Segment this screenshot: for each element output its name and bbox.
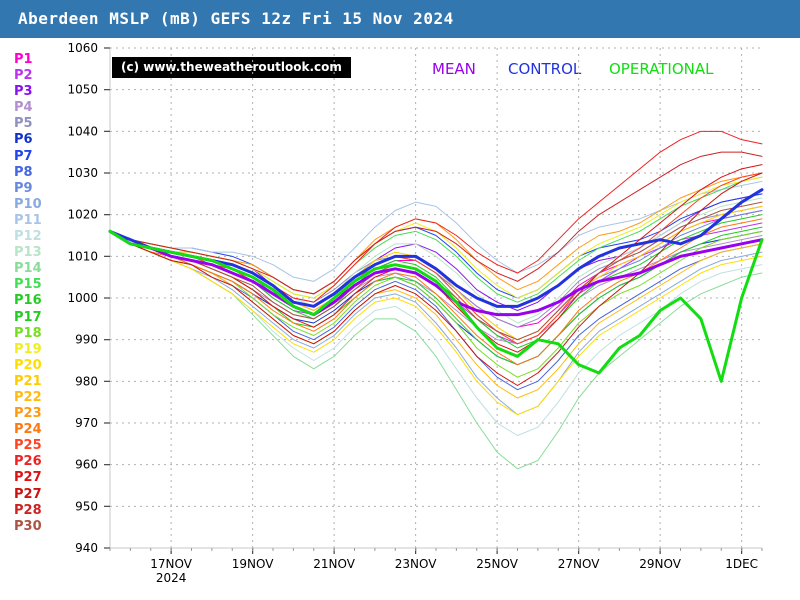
ytick-label-12: 1060	[67, 41, 98, 55]
ytick-label-7: 1010	[67, 249, 98, 263]
ytick-label-9: 1030	[67, 166, 98, 180]
ytick-label-4: 980	[75, 374, 98, 388]
xtick-label-5: 27NOV	[558, 557, 600, 571]
ytick-label-0: 940	[75, 541, 98, 555]
xtick-label-4: 25NOV	[476, 557, 518, 571]
ytick-label-11: 1050	[67, 83, 98, 97]
weather-chart-app: Aberdeen MSLP (mB) GEFS 12z Fri 15 Nov 2…	[0, 0, 800, 600]
xtick-label-7: 1DEC	[725, 557, 758, 571]
ytick-label-10: 1040	[67, 124, 98, 138]
ytick-label-3: 970	[75, 416, 98, 430]
axis-ticks	[104, 47, 763, 554]
xtick-label-6: 29NOV	[639, 557, 681, 571]
ytick-label-6: 1000	[67, 291, 98, 305]
chart-plot-area: 940 950 960 970 980 990 1000 1010 1020 1030 1040 10…	[0, 0, 800, 600]
xtick-label-0: 17NOV	[150, 557, 192, 571]
chart-svg: 940 950 960 970 980 990 1000 1010 1020 1030 1040 10…	[67, 41, 764, 585]
series-line-P18	[109, 230, 763, 378]
xaxis-year-label: 2024	[156, 571, 187, 585]
xtick-label-2: 21NOV	[313, 557, 355, 571]
xtick-label-3: 23NOV	[395, 557, 437, 571]
ytick-label-2: 960	[75, 458, 98, 472]
ytick-label-5: 990	[75, 333, 98, 347]
xtick-label-1: 19NOV	[232, 557, 274, 571]
ytick-label-1: 950	[75, 499, 98, 513]
ytick-label-8: 1020	[67, 208, 98, 222]
series-line-P3	[109, 193, 763, 311]
series-lines	[108, 130, 764, 470]
